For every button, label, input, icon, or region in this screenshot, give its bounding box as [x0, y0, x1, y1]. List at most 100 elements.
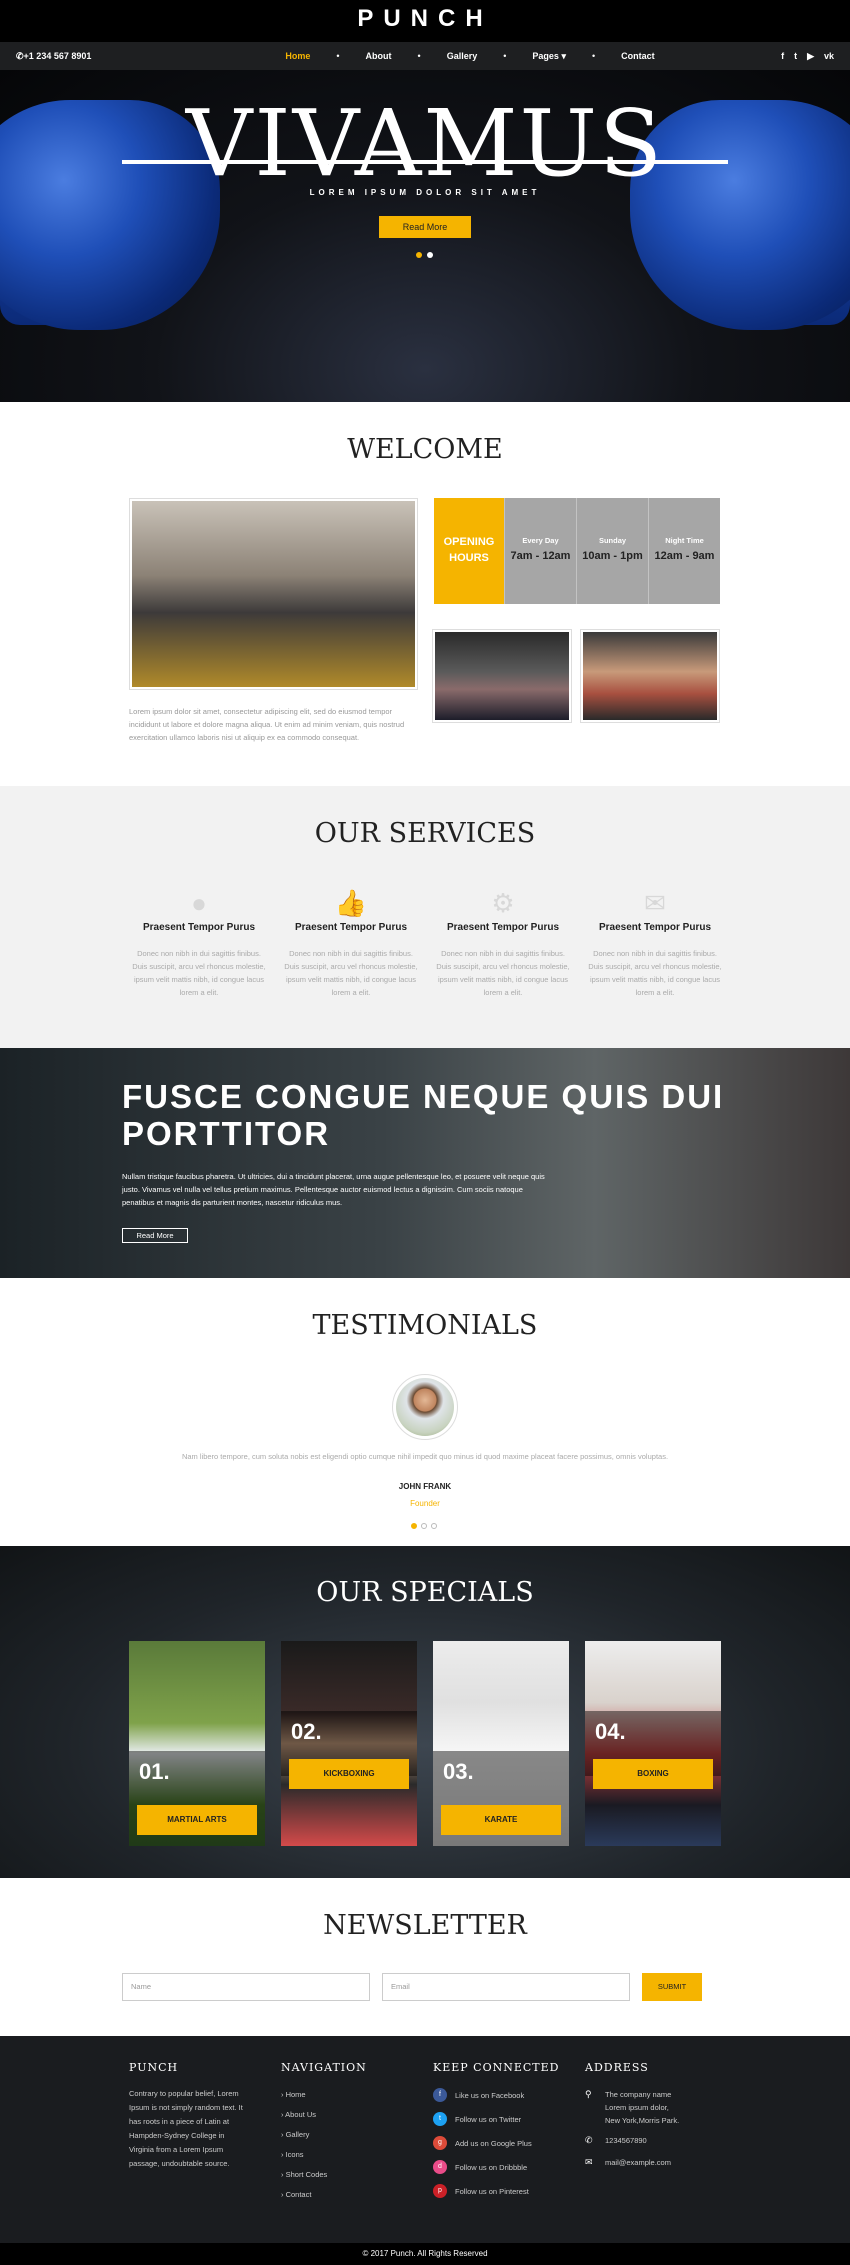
footer-twitter-link[interactable]: t Follow us on Twitter [433, 2112, 521, 2126]
footer-nav-gallery[interactable]: › Gallery [281, 2130, 309, 2139]
nav-home[interactable]: Home [285, 51, 310, 62]
footer-phone-number: 1234567890 [605, 2136, 647, 2145]
avatar-photo [396, 1378, 454, 1436]
footer-address-title: ADDRESS [585, 2061, 649, 2074]
hero-read-more-button[interactable]: Read More [379, 216, 471, 238]
footer-about-text: Contrary to popular belief, Lorem Ipsum … [129, 2089, 243, 2168]
special-card-martial-arts[interactable]: 01. MARTIAL ARTS [129, 1641, 265, 1846]
footer-social-label: Follow us on Pinterest [455, 2186, 529, 2196]
feature-text: Nullam tristique faucibus pharetra. Ut u… [122, 1172, 545, 1207]
footer-social-label: Like us on Facebook [455, 2090, 525, 2100]
footer-dribbble-link[interactable]: d Follow us on Dribbble [433, 2160, 527, 2174]
feature-title: FUSCE CONGUE NEQUE QUIS DUI PORTTITOR [122, 1078, 725, 1152]
phone-number: ✆+1 234 567 8901 [16, 50, 92, 61]
testimonial-quote: Nam libero tempore, cum soluta nobis est… [181, 1452, 669, 1461]
footer-facebook-link[interactable]: f Like us on Facebook [433, 2088, 524, 2102]
footer-nav-icons[interactable]: › Icons [281, 2150, 304, 2159]
newsletter-email-input[interactable]: Email [382, 1973, 630, 2001]
special-number: 01. [139, 1759, 170, 1784]
special-button[interactable]: KARATE [441, 1805, 561, 1835]
footer-email[interactable]: ✉ mail@example.com [585, 2156, 671, 2169]
services-title: OUR SERVICES [314, 818, 536, 849]
footer-nav-label: Home [285, 2090, 306, 2099]
address-line: The company name [605, 2090, 672, 2099]
testimonial-dots [411, 1523, 437, 1529]
testimonial-dot-3[interactable] [431, 1523, 437, 1529]
thumbs-up-icon: 👍 [334, 888, 368, 918]
nav-contact[interactable]: Contact [621, 51, 655, 62]
special-button[interactable]: BOXING [593, 1759, 713, 1789]
gallery-thumb-1[interactable] [432, 629, 572, 723]
boxing-ring-photo [435, 632, 569, 720]
opening-hours-label: OPENING HOURS [434, 498, 504, 604]
opening-hours: OPENING HOURS Every Day 7am - 12am Sunda… [434, 498, 720, 604]
slider-dot-1[interactable] [416, 252, 422, 258]
facebook-icon[interactable]: f [781, 51, 784, 62]
nav-gallery[interactable]: Gallery [447, 51, 478, 62]
service-item: ✉ Praesent Tempor Purus Donec non nibh i… [585, 888, 725, 999]
footer-nav-contact[interactable]: › Contact [281, 2190, 311, 2199]
footer-nav-home[interactable]: › Home [281, 2090, 306, 2099]
nav-separator: • [591, 50, 596, 61]
envelope-icon: ✉ [585, 2157, 593, 2167]
welcome-text: Lorem ipsum dolor sit amet, consectetur … [129, 707, 405, 742]
footer-google-plus-link[interactable]: g Add us on Google Plus [433, 2136, 532, 2150]
newsletter-submit-button[interactable]: SUBMIT [642, 1973, 702, 2001]
welcome-title: WELCOME [347, 434, 503, 465]
testimonial-role: Founder [410, 1499, 440, 1508]
facebook-icon: f [433, 2088, 447, 2102]
footer-nav-about[interactable]: › About Us [281, 2110, 316, 2119]
youtube-icon[interactable]: ▶ [807, 51, 814, 62]
address-line: New York,Morris Park. [605, 2116, 680, 2125]
special-button[interactable]: KICKBOXING [289, 1759, 409, 1789]
nav-bar: ✆+1 234 567 8901 Home • About • Gallery … [0, 42, 850, 70]
testimonial-dot-1[interactable] [411, 1523, 417, 1529]
envelope-icon: ✉ [644, 888, 666, 918]
special-card-boxing[interactable]: 04. BOXING [585, 1641, 721, 1846]
phone-text: +1 234 567 8901 [23, 50, 92, 61]
vk-icon[interactable]: vk [824, 51, 834, 62]
footer-connect-title: KEEP CONNECTED [433, 2061, 560, 2074]
google-plus-icon: g [433, 2136, 447, 2150]
service-text: Donec non nibh in dui sagittis finibus. … [588, 949, 722, 997]
hours-time: 12am - 9am [654, 550, 715, 562]
special-card-kickboxing[interactable]: 02. KICKBOXING [281, 1641, 417, 1846]
service-item: ⚙ Praesent Tempor Purus Donec non nibh i… [433, 888, 573, 999]
newsletter-title: NEWSLETTER [323, 1910, 527, 1941]
main-menu: Home • About • Gallery • Pages ▾ • Conta… [226, 51, 714, 62]
slider-dots [416, 252, 433, 258]
hours-every-day: Every Day 7am - 12am [504, 498, 576, 604]
feature-read-more-button[interactable]: Read More [122, 1228, 188, 1243]
hours-night-time: Night Time 12am - 9am [648, 498, 720, 604]
address-line: Lorem ipsum dolor, [605, 2103, 669, 2112]
nav-separator: • [336, 50, 340, 61]
newsletter-name-input[interactable]: Name [122, 1973, 370, 2001]
nav-separator: • [503, 50, 507, 61]
service-text: Donec non nibh in dui sagittis finibus. … [436, 949, 570, 997]
footer-nav-label: Icons [285, 2150, 304, 2159]
service-title: Praesent Tempor Purus [142, 922, 256, 933]
nav-pages[interactable]: Pages ▾ [532, 51, 566, 62]
gallery-thumb-2[interactable] [580, 629, 720, 723]
service-title: Praesent Tempor Purus [598, 922, 712, 933]
service-item: 👍 Praesent Tempor Purus Donec non nibh i… [281, 888, 421, 999]
special-card-karate[interactable]: 03. KARATE [433, 1641, 569, 1846]
phone-icon: ✆ [585, 2135, 593, 2145]
twitter-icon[interactable]: t [794, 51, 797, 62]
footer-phone: ✆ 1234567890 [585, 2134, 647, 2147]
hours-time: 10am - 1pm [582, 550, 643, 562]
service-title: Praesent Tempor Purus [446, 922, 560, 933]
footer-nav-short-codes[interactable]: › Short Codes [281, 2170, 327, 2179]
nav-about[interactable]: About [366, 51, 392, 62]
footer-nav-title: NAVIGATION [281, 2061, 367, 2074]
welcome-image-frame [129, 498, 418, 690]
testimonial-dot-2[interactable] [421, 1523, 427, 1529]
footer [0, 2036, 850, 2243]
hours-time: 7am - 12am [510, 550, 571, 562]
footer-pinterest-link[interactable]: p Follow us on Pinterest [433, 2184, 529, 2198]
person-icon: ● [191, 888, 207, 918]
footer-social-label: Follow us on Twitter [455, 2114, 522, 2124]
special-button[interactable]: MARTIAL ARTS [137, 1805, 257, 1835]
brand-logo[interactable]: PUNCH [0, 5, 850, 33]
slider-dot-2[interactable] [427, 252, 433, 258]
